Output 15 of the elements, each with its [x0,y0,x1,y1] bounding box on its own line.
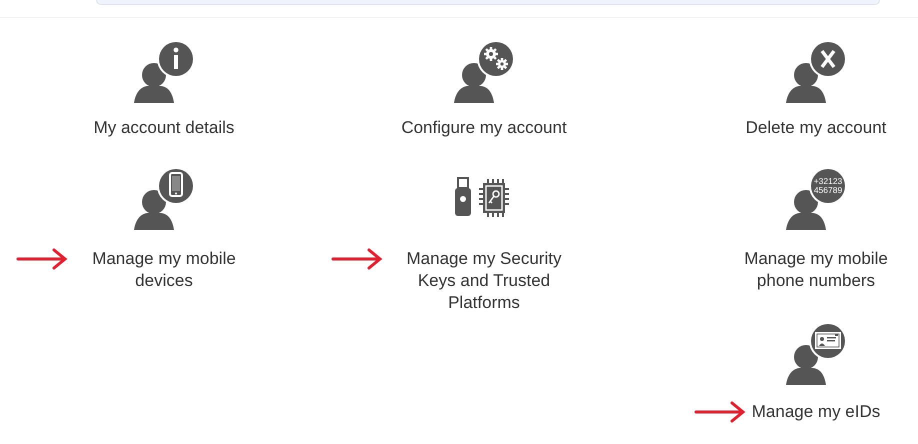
person-phone-icon [132,166,196,230]
menu-link[interactable]: Configure my account [401,117,567,139]
person-id-card-icon [784,321,848,385]
menu-link[interactable]: Delete my account [746,117,886,139]
person-info-icon [132,39,196,103]
menu-link[interactable]: Manage my Security Keys and Trusted Platforms [389,248,579,314]
phone-number-text: 456789 [814,185,842,195]
menu-link[interactable]: Manage my eIDs [752,401,880,423]
menu-link[interactable]: Manage my mobile phone numbers [726,248,906,292]
menu-link[interactable]: Manage my mobile devices [74,248,254,292]
phone-number-text: +32123 [814,176,842,186]
menu-link[interactable]: My account details [94,117,234,139]
person-gears-icon [452,39,516,103]
person-x-icon [784,39,848,103]
person-icon [786,167,847,230]
